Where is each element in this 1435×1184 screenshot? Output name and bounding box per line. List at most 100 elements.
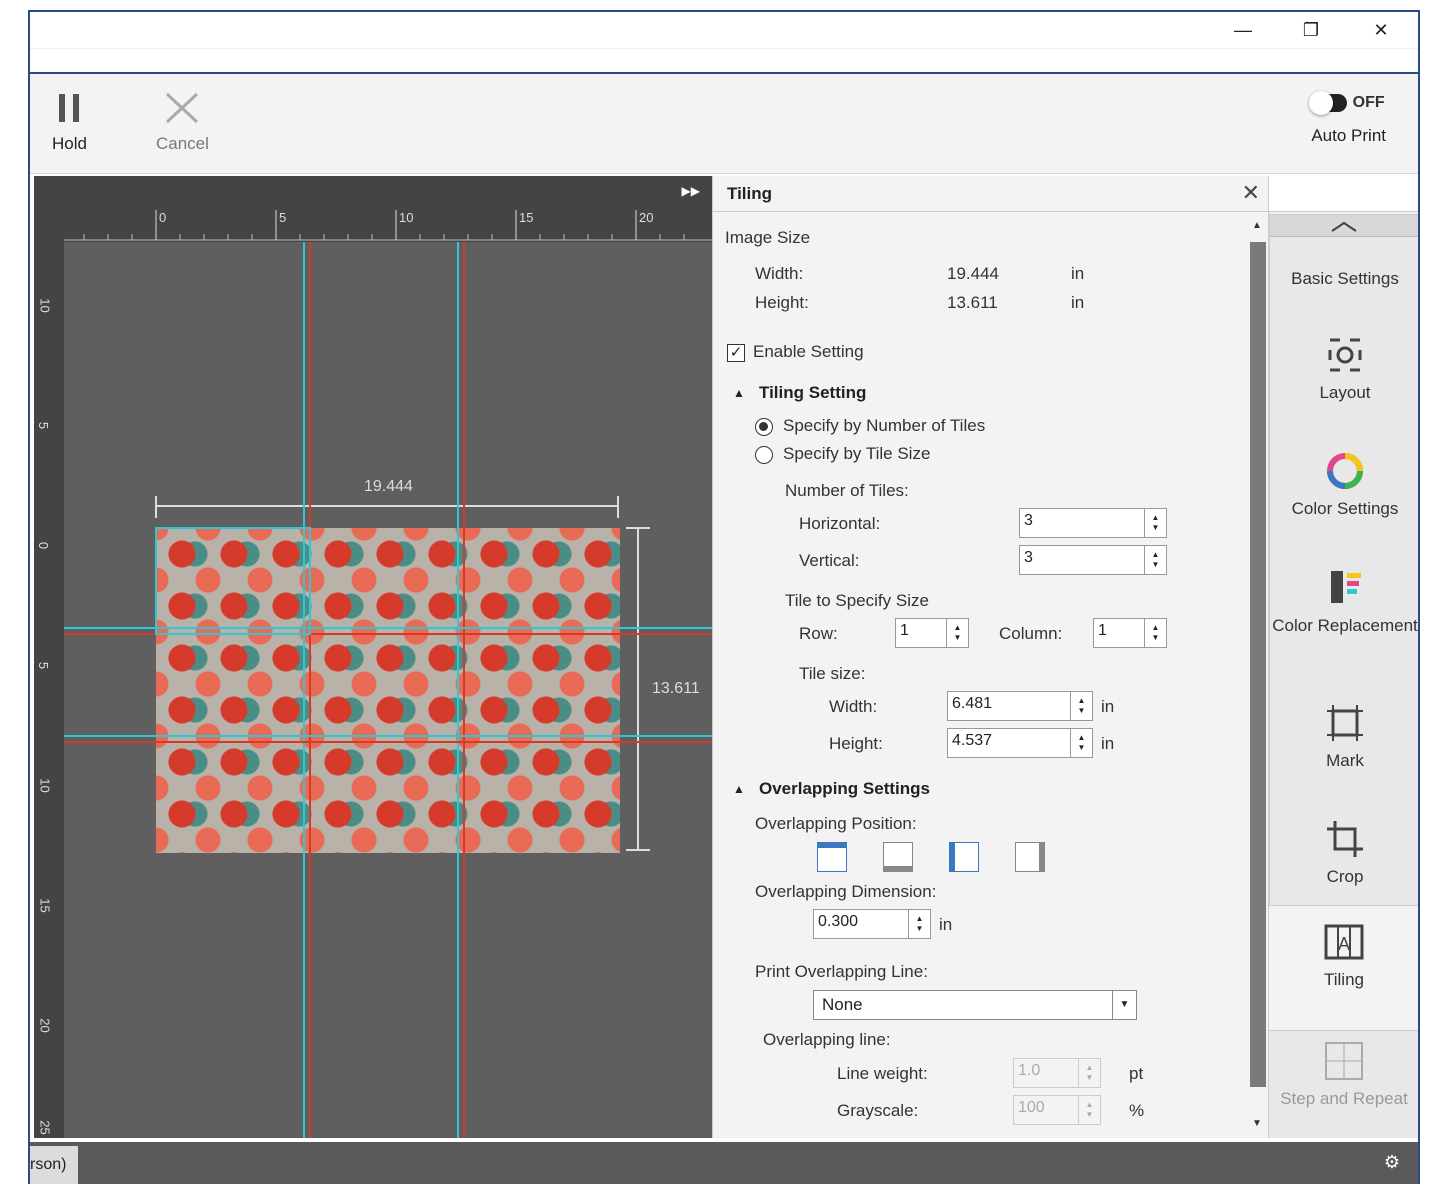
status-bar: rson) ⚙ [30, 1142, 1418, 1184]
stepper-arrows-icon[interactable]: ▲ ▼ [1070, 692, 1092, 720]
stepper-arrows-icon[interactable]: ▲ ▼ [1144, 619, 1166, 647]
scroll-down-icon[interactable]: ▼ [1252, 1118, 1262, 1129]
chevron-down-icon[interactable]: ▼ [1112, 991, 1136, 1019]
sidebar-item-crop[interactable]: Crop [1270, 819, 1418, 887]
sidebar-item-color-replacement[interactable]: Color Replacement [1270, 567, 1418, 636]
sidebar-item-label: Basic Settings [1291, 269, 1399, 288]
tile-to-specify-label: Tile to Specify Size [785, 591, 929, 610]
enable-setting-label: Enable Setting [753, 342, 864, 361]
svg-text:A: A [1338, 934, 1350, 954]
mark-icon [1327, 705, 1363, 741]
scroll-up-icon[interactable]: ▲ [1252, 220, 1262, 231]
chevron-up-icon[interactable]: ▲ [733, 782, 745, 796]
overlapping-settings-header[interactable]: Overlapping Settings [759, 779, 930, 799]
overlap-top-icon[interactable] [817, 842, 847, 872]
cancel-button[interactable]: Cancel [156, 92, 209, 154]
v-ruler-label: 15 [37, 898, 53, 913]
grayscale-stepper[interactable]: 100 ▲ ▼ [1013, 1095, 1101, 1125]
minimize-button[interactable]: — [1220, 16, 1266, 44]
tile-width-stepper[interactable]: 6.481 ▲ ▼ [947, 691, 1093, 721]
stepper-arrows-icon[interactable]: ▲ ▼ [1144, 546, 1166, 574]
v-ruler-label: 25 [37, 1120, 53, 1135]
tile-width-label: Width: [829, 697, 878, 716]
v-ruler-label: 5 [36, 421, 52, 430]
sidebar-item-tiling[interactable]: A Tiling [1269, 922, 1418, 990]
sidebar-scroll-up[interactable] [1270, 215, 1418, 237]
height-dimension-label: 13.611 [652, 680, 700, 697]
enable-setting-checkbox[interactable]: ✓ [727, 344, 745, 362]
overlapping-dimension-value: 0.300 [818, 913, 859, 930]
grayscale-unit: % [1129, 1101, 1145, 1120]
h-ruler-label: 20 [639, 210, 654, 225]
tiling-setting-header[interactable]: Tiling Setting [759, 383, 866, 403]
line-weight-stepper[interactable]: 1.0 ▲ ▼ [1013, 1058, 1101, 1088]
artwork-preview[interactable] [156, 528, 620, 853]
chevron-up-icon [1331, 221, 1357, 232]
row-stepper[interactable]: 1 ▲ ▼ [895, 618, 969, 648]
number-of-tiles-label: Number of Tiles: [785, 481, 909, 500]
toggle-state: OFF [1352, 94, 1385, 111]
v-ruler-label: 5 [36, 661, 52, 670]
h-ruler-label: 10 [399, 210, 414, 225]
tile-size-label: Tile size: [799, 664, 866, 683]
collapse-panel-icon[interactable]: ▶▶ [682, 184, 700, 198]
toggle-switch[interactable] [1308, 91, 1347, 115]
overlap-left-icon[interactable] [949, 842, 979, 872]
panel-title: Tiling [727, 184, 773, 203]
row-label: Row: [799, 624, 838, 643]
stepper-arrows-icon[interactable]: ▲ ▼ [908, 910, 930, 938]
v-ruler-label: 10 [37, 298, 53, 313]
close-icon [166, 92, 199, 124]
stepper-arrows-icon[interactable]: ▲ ▼ [1144, 509, 1166, 537]
plugin-icon[interactable]: ⚙ [1384, 1152, 1400, 1173]
sidebar-item-basic-settings[interactable]: Basic Settings [1270, 269, 1418, 289]
vertical-stepper[interactable]: 3 ▲ ▼ [1019, 545, 1167, 575]
stepper-arrows-icon[interactable]: ▲ ▼ [1078, 1096, 1100, 1124]
horizontal-stepper[interactable]: 3 ▲ ▼ [1019, 508, 1167, 538]
overlap-bottom-icon[interactable] [883, 842, 913, 872]
print-overlapping-line-label: Print Overlapping Line: [755, 962, 928, 981]
chevron-up-icon[interactable]: ▲ [733, 386, 745, 400]
scroll-thumb[interactable] [1250, 242, 1266, 1087]
close-window-button[interactable]: ✕ [1358, 16, 1404, 44]
unit-label: in [939, 915, 953, 934]
horizontal-label: Horizontal: [799, 514, 881, 533]
restore-button[interactable]: ❐ [1288, 16, 1334, 44]
radio-by-number[interactable] [755, 418, 773, 436]
sidebar-item-layout[interactable]: Layout [1270, 335, 1418, 403]
settings-sidebar: Basic Settings Layout Color Settings Col… [1268, 176, 1418, 1138]
overlapping-dimension-label: Overlapping Dimension: [755, 882, 937, 901]
sidebar-item-color-settings[interactable]: Color Settings [1270, 451, 1418, 519]
radio-by-number-label: Specify by Number of Tiles [783, 416, 986, 435]
panel-scrollbar[interactable]: ▲ ▼ [1246, 212, 1268, 1138]
column-stepper[interactable]: 1 ▲ ▼ [1093, 618, 1167, 648]
overlapping-dimension-stepper[interactable]: 0.300 ▲ ▼ [813, 909, 931, 939]
hold-button[interactable]: Hold [52, 92, 87, 154]
stepper-arrows-icon[interactable]: ▲ ▼ [1070, 729, 1092, 757]
stepper-arrows-icon[interactable]: ▲ ▼ [946, 619, 968, 647]
line-weight-value: 1.0 [1018, 1062, 1041, 1079]
tile-height-stepper[interactable]: 4.537 ▲ ▼ [947, 728, 1093, 758]
tile-height-value: 4.537 [952, 732, 993, 749]
title-bar: — ❐ ✕ [30, 12, 1418, 48]
auto-print-toggle[interactable]: OFF Auto Print [1308, 91, 1386, 146]
overlap-right-icon[interactable] [1015, 842, 1045, 872]
grayscale-value: 100 [1018, 1099, 1045, 1116]
stepper-arrows-icon[interactable]: ▲ ▼ [1078, 1059, 1100, 1087]
tile-height-label: Height: [829, 734, 883, 753]
overlapping-position-label: Overlapping Position: [755, 814, 917, 833]
layout-icon [1328, 338, 1362, 372]
sidebar-item-step-and-repeat[interactable]: Step and Repeat [1269, 1030, 1418, 1138]
sidebar-menu: Basic Settings Layout Color Settings Col… [1269, 214, 1418, 906]
print-overlapping-line-value: None [822, 995, 863, 1014]
preview-canvas[interactable]: 0 5 10 15 20 ▶▶ 10 5 0 5 10 15 20 25 19.… [34, 176, 712, 1138]
status-tab[interactable]: rson) [30, 1146, 78, 1184]
radio-by-size[interactable] [755, 446, 773, 464]
sidebar-item-mark[interactable]: Mark [1270, 703, 1418, 771]
menu-bar [30, 48, 1418, 74]
horizontal-ruler: 0 5 10 15 20 ▶▶ [34, 176, 712, 242]
sidebar-item-label: Layout [1319, 383, 1371, 402]
print-overlapping-line-select[interactable]: None ▼ [813, 990, 1137, 1020]
close-panel-icon[interactable]: ✕ [1242, 180, 1260, 206]
step-and-repeat-icon [1325, 1042, 1363, 1080]
